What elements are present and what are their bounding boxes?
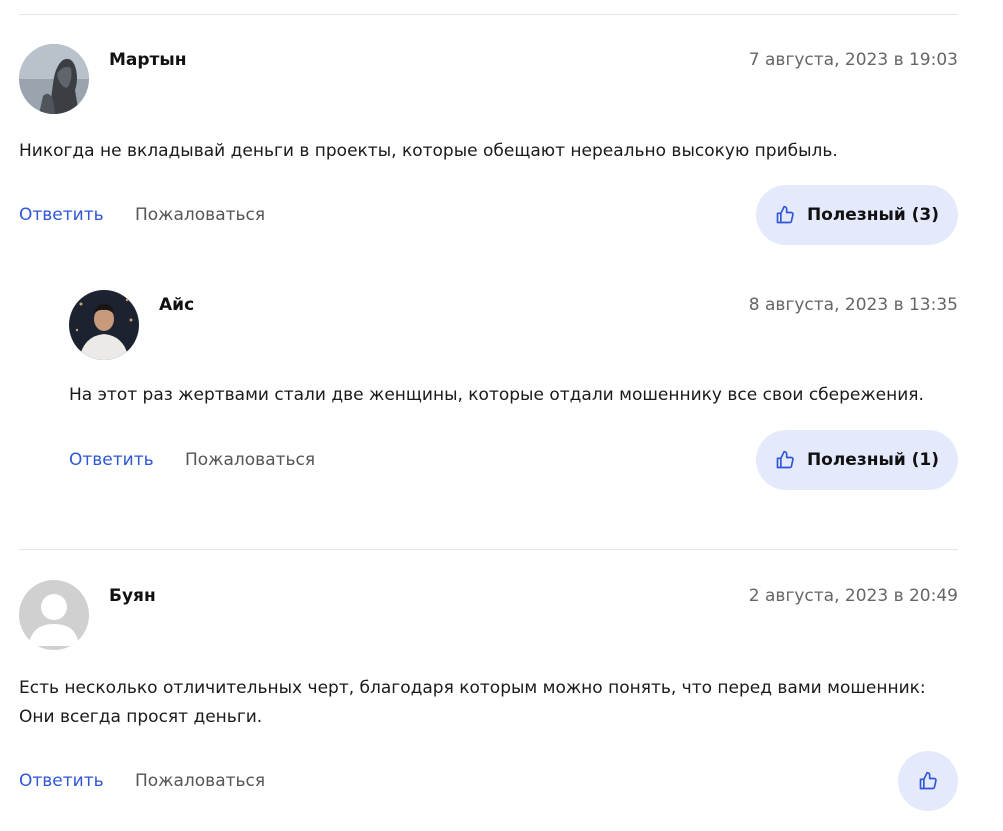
thumbs-up-icon — [775, 205, 795, 225]
comment-text-line-1: Есть несколько отличительных черт, благо… — [19, 678, 926, 698]
report-button[interactable]: Пожаловаться — [135, 771, 265, 791]
author-name[interactable]: Мартын — [109, 50, 187, 70]
comment-text-line-2: Они всегда просят деньги. — [19, 707, 263, 727]
comment-divider — [19, 549, 958, 550]
comment-date: 2 августа, 2023 в 20:49 — [748, 586, 958, 606]
reply-button[interactable]: Ответить — [19, 771, 104, 791]
author-name[interactable]: Буян — [109, 586, 156, 606]
thumbs-up-icon — [918, 771, 938, 791]
report-button[interactable]: Пожаловаться — [135, 205, 265, 225]
avatar[interactable] — [19, 44, 89, 114]
comment-date: 8 августа, 2023 в 13:35 — [748, 295, 958, 315]
avatar[interactable] — [69, 290, 139, 360]
top-divider — [19, 14, 958, 15]
report-button[interactable]: Пожаловаться — [185, 450, 315, 470]
helpful-label: Полезный (3) — [806, 205, 940, 225]
default-user-avatar[interactable] — [19, 580, 89, 650]
comment-text: На этот раз жертвами стали две женщины, … — [69, 385, 924, 405]
helpful-button[interactable]: Полезный (3) — [756, 185, 958, 245]
thumbs-up-icon — [775, 450, 795, 470]
author-name[interactable]: Айс — [159, 295, 194, 315]
comment-text: Никогда не вкладывай деньги в проекты, к… — [19, 141, 838, 161]
helpful-label: Полезный (1) — [806, 450, 940, 470]
comment-date: 7 августа, 2023 в 19:03 — [748, 50, 958, 70]
reply-button[interactable]: Ответить — [69, 450, 154, 470]
helpful-button[interactable]: Полезный (1) — [756, 430, 958, 490]
helpful-button[interactable] — [898, 751, 958, 811]
reply-button[interactable]: Ответить — [19, 205, 104, 225]
